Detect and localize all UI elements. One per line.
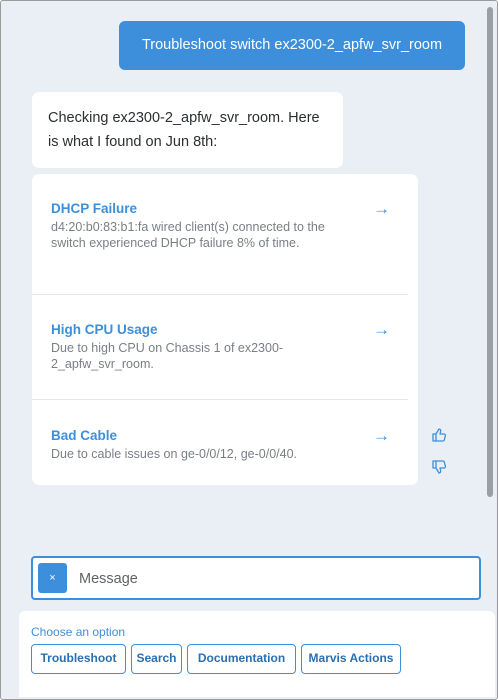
arrow-right-icon[interactable]: → xyxy=(373,427,390,444)
finding-item-dhcp-failure[interactable]: DHCP Failure d4:20:b0:83:b1:fa wired cli… xyxy=(32,200,418,251)
divider xyxy=(32,399,408,400)
options-label: Choose an option xyxy=(31,625,126,639)
documentation-button[interactable]: Documentation xyxy=(187,644,296,674)
finding-description: Due to high CPU on Chassis 1 of ex2300-2… xyxy=(51,341,284,371)
user-message-text: Troubleshoot switch ex2300-2_apfw_svr_ro… xyxy=(141,37,443,53)
finding-title: High CPU Usage xyxy=(51,322,158,337)
options-panel: Choose an option Troubleshoot Search Doc… xyxy=(19,611,495,697)
scrollbar[interactable] xyxy=(483,1,497,549)
scrollbar-thumb[interactable] xyxy=(487,7,493,497)
findings-card: DHCP Failure d4:20:b0:83:b1:fa wired cli… xyxy=(32,174,418,485)
arrow-right-icon[interactable]: → xyxy=(373,321,390,338)
search-button[interactable]: Search xyxy=(131,644,182,674)
divider xyxy=(32,294,408,295)
message-input[interactable] xyxy=(77,560,477,598)
marvis-actions-button[interactable]: Marvis Actions xyxy=(301,644,401,674)
user-message-bubble: Troubleshoot switch ex2300-2_apfw_svr_ro… xyxy=(119,21,465,70)
finding-description: d4:20:b0:83:b1:fa wired client(s) connec… xyxy=(51,220,325,250)
thumbs-up-icon[interactable] xyxy=(431,427,447,443)
message-input-container: × xyxy=(31,556,481,600)
chat-window: Troubleshoot switch ex2300-2_apfw_svr_ro… xyxy=(0,0,498,700)
clear-button[interactable]: × xyxy=(38,563,67,593)
conversation-area: Troubleshoot switch ex2300-2_apfw_svr_ro… xyxy=(1,1,483,549)
finding-item-high-cpu[interactable]: High CPU Usage Due to high CPU on Chassi… xyxy=(32,321,418,372)
thumbs-down-icon[interactable] xyxy=(431,459,447,475)
bot-message-text: Checking ex2300-2_apfw_svr_room. Here is… xyxy=(48,110,320,150)
troubleshoot-button[interactable]: Troubleshoot xyxy=(31,644,126,674)
finding-title: Bad Cable xyxy=(51,428,118,443)
bot-message-bubble: Checking ex2300-2_apfw_svr_room. Here is… xyxy=(32,92,343,168)
finding-description: Due to cable issues on ge-0/0/12, ge-0/0… xyxy=(51,447,297,461)
arrow-right-icon[interactable]: → xyxy=(373,200,390,217)
finding-item-bad-cable[interactable]: Bad Cable Due to cable issues on ge-0/0/… xyxy=(32,427,418,462)
finding-title: DHCP Failure xyxy=(51,201,138,216)
